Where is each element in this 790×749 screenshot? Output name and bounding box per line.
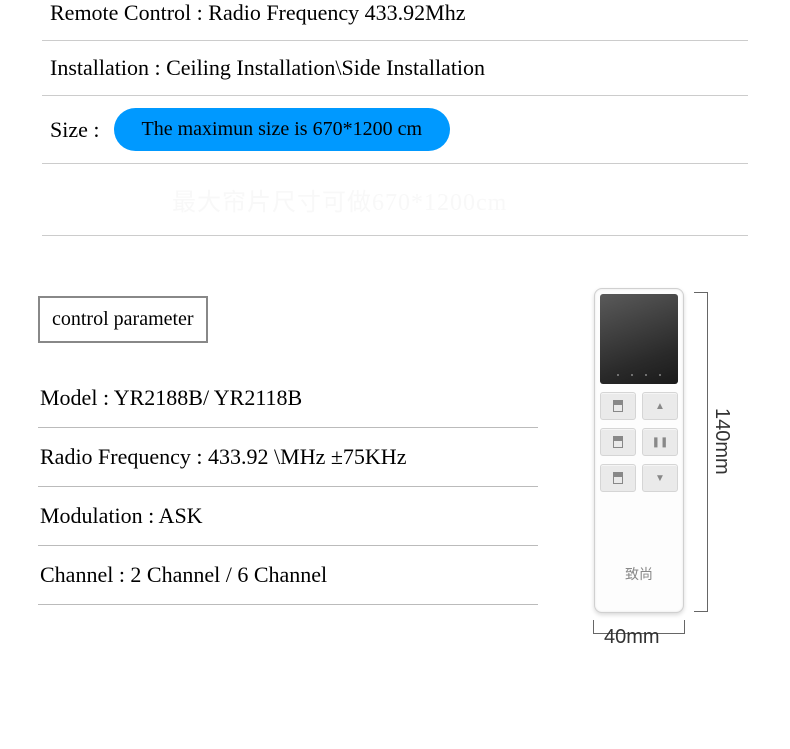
control-parameter-header: control parameter xyxy=(38,296,208,343)
spec-remote-control: Remote Control : Radio Frequency 433.92M… xyxy=(42,0,748,41)
remote-blind-button-3[interactable] xyxy=(600,464,636,492)
remote-up-button[interactable]: ▲ xyxy=(642,392,678,420)
blind-icon xyxy=(613,436,623,448)
remote-pause-button[interactable]: ❚❚ xyxy=(642,428,678,456)
remote-logo: 致尚 xyxy=(595,564,683,584)
remote-down-button[interactable]: ▼ xyxy=(642,464,678,492)
remote-blind-button-2[interactable] xyxy=(600,428,636,456)
remote-diagram: ▲ ❚❚ ▼ 致尚 140mm 40mm xyxy=(538,296,784,613)
remote-device: ▲ ❚❚ ▼ 致尚 xyxy=(594,288,684,613)
remote-blind-button-1[interactable] xyxy=(600,392,636,420)
param-radio-frequency: Radio Frequency : 433.92 \MHz ±75KHz xyxy=(38,428,538,487)
size-label: Size : xyxy=(50,117,100,143)
width-dimension-label: 40mm xyxy=(604,626,660,649)
size-value-pill: The maximun size is 670*1200 cm xyxy=(114,108,451,151)
spec-installation: Installation : Ceiling Installation\Side… xyxy=(42,41,748,96)
param-channel: Channel : 2 Channel / 6 Channel xyxy=(38,546,538,605)
control-parameter-section: control parameter Model : YR2188B/ YR211… xyxy=(38,296,538,613)
ghost-text: 最大帘片尺寸可做670*1200cm xyxy=(172,182,507,217)
param-model: Model : YR2188B/ YR2118B xyxy=(38,369,538,428)
blind-icon xyxy=(613,472,623,484)
blind-icon xyxy=(613,400,623,412)
param-modulation: Modulation : ASK xyxy=(38,487,538,546)
ghost-spec-row: 最大帘片尺寸可做670*1200cm xyxy=(42,164,748,236)
spec-size-row: Size : The maximun size is 670*1200 cm xyxy=(42,96,748,164)
height-dimension-label: 140mm xyxy=(710,408,733,475)
height-bracket xyxy=(694,292,708,612)
remote-screen xyxy=(600,294,678,384)
